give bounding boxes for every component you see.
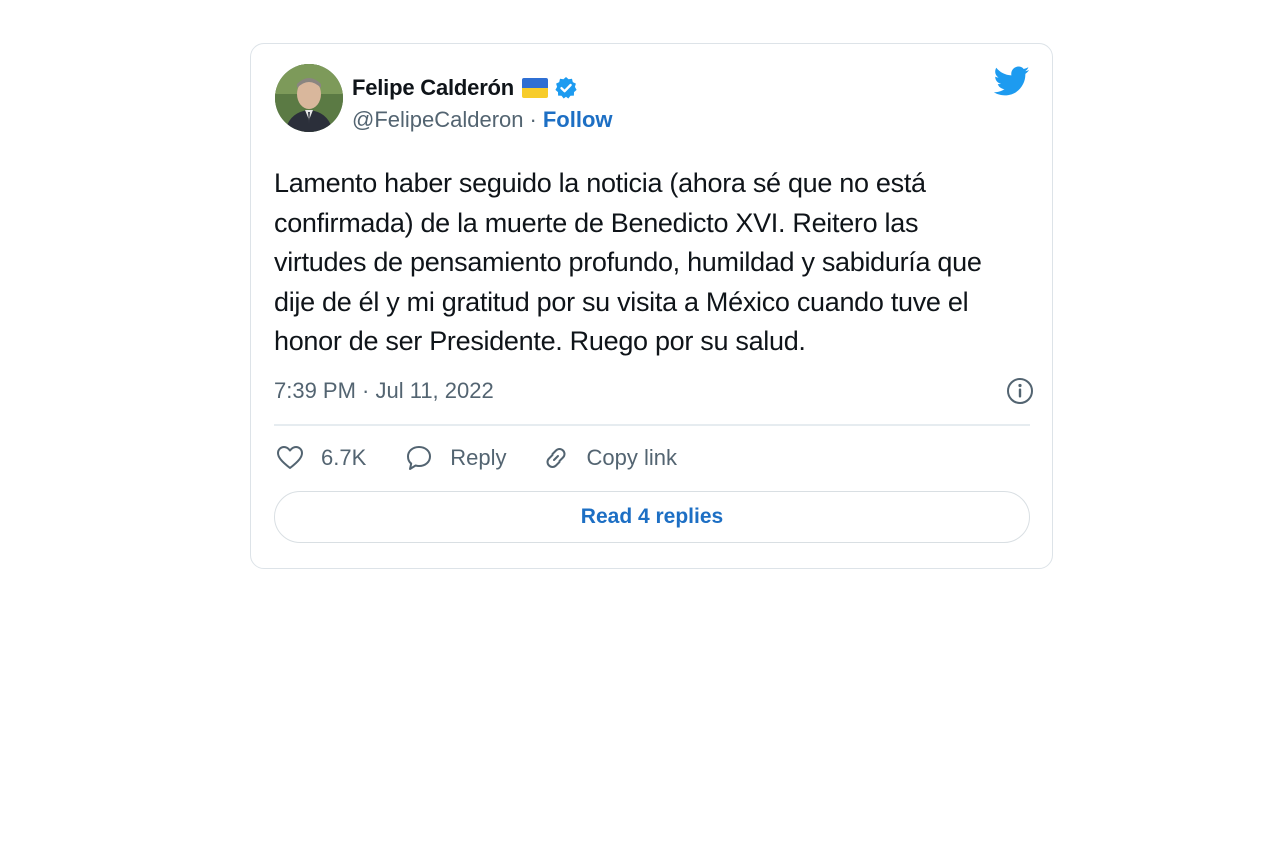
- like-count: 6.7K: [321, 445, 367, 470]
- copy-link-label: Copy link: [586, 445, 677, 470]
- reply-label: Reply: [450, 445, 507, 470]
- tweet-timestamp[interactable]: 7:39 PM · Jul 11, 2022: [274, 378, 494, 404]
- heart-icon: [277, 446, 303, 469]
- link-icon: [546, 448, 566, 468]
- info-icon[interactable]: [1006, 377, 1034, 405]
- verified-badge-icon: [554, 76, 578, 100]
- like-button[interactable]: 6.7K: [275, 443, 366, 473]
- ukraine-flag-icon: [522, 78, 549, 98]
- author-handle[interactable]: @FelipeCalderon: [352, 107, 524, 133]
- divider: [274, 424, 1030, 426]
- avatar[interactable]: [275, 64, 343, 132]
- author-name-row: Felipe Calderón: [352, 74, 578, 102]
- read-replies-button[interactable]: Read 4 replies: [274, 491, 1030, 543]
- actions-row: 6.7K Reply Copy link: [275, 441, 677, 475]
- separator-dot: ·: [529, 107, 537, 132]
- copy-link-button[interactable]: Copy link: [541, 443, 677, 473]
- follow-button[interactable]: Follow: [543, 107, 613, 133]
- speech-bubble-icon: [407, 446, 432, 470]
- reply-button[interactable]: Reply: [404, 443, 507, 473]
- tweet-text: Lamento haber seguido la noticia (ahora …: [274, 168, 982, 356]
- tweet-card: Felipe Calderón @FelipeCalderon · Follow…: [250, 43, 1053, 569]
- timestamp-row: 7:39 PM · Jul 11, 2022: [274, 375, 1034, 407]
- twitter-bird-icon[interactable]: [993, 66, 1030, 98]
- display-name[interactable]: Felipe Calderón: [352, 75, 514, 101]
- handle-row: @FelipeCalderon · Follow: [352, 107, 613, 133]
